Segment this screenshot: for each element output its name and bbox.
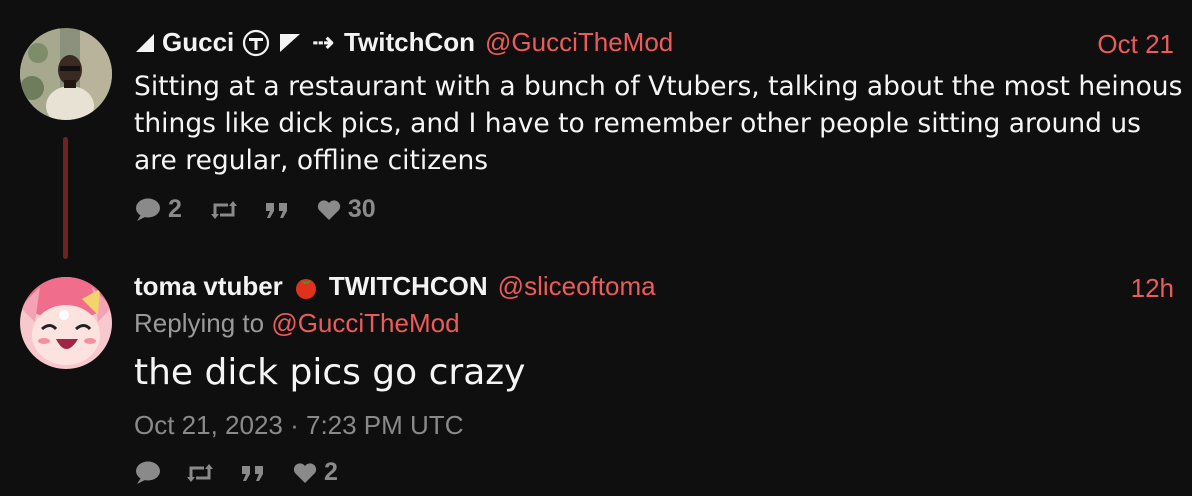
- display-name[interactable]: toma vtuber: [134, 271, 283, 302]
- replying-to-mention[interactable]: @GucciTheMod: [271, 308, 459, 338]
- tweet-actions: 2 30: [134, 195, 376, 224]
- retweet-icon: [210, 200, 237, 219]
- tweet-text: the dick pics go crazy: [134, 352, 526, 393]
- quote-icon: [265, 202, 287, 218]
- reply-count: 2: [168, 195, 182, 223]
- reply-button[interactable]: 2: [134, 195, 182, 224]
- retweet-button[interactable]: [210, 199, 238, 221]
- retweet-icon: [187, 463, 213, 482]
- replying-to-line: Replying to @GucciTheMod: [134, 308, 460, 339]
- like-count: 2: [324, 458, 338, 486]
- quote-icon: [242, 465, 263, 481]
- replying-to-label: Replying to: [134, 308, 265, 338]
- reply-icon: [136, 198, 160, 221]
- tweet-time[interactable]: Oct 21: [1097, 29, 1174, 60]
- tweet-text: Sitting at a restaurant with a bunch of …: [134, 71, 1183, 176]
- user-handle[interactable]: @GucciTheMod: [485, 27, 673, 58]
- tweet-header: toma vtuber TWITCHCON @sliceoftoma: [134, 271, 656, 302]
- like-button[interactable]: 30: [316, 195, 376, 224]
- quote-button[interactable]: [240, 462, 266, 484]
- display-name-suffix: TWITCHCON: [328, 271, 488, 301]
- reply-icon: [136, 461, 160, 484]
- signal-triangle-icon: [136, 33, 154, 52]
- like-button[interactable]: 2: [292, 458, 338, 487]
- heart-icon: [293, 462, 317, 483]
- tweet-full-date[interactable]: Oct 21, 2023 · 7:23 PM UTC: [134, 410, 463, 441]
- tweet-header: Gucci ⇢ TwitchCon @GucciTheMod: [134, 27, 673, 58]
- quote-button[interactable]: [264, 199, 290, 221]
- circle-emblem-icon: [243, 29, 270, 56]
- affiliation-name: TwitchCon: [344, 27, 475, 57]
- tomato-emoji-icon: [295, 278, 316, 299]
- display-name[interactable]: Gucci: [162, 27, 234, 58]
- reply-button[interactable]: [134, 460, 162, 486]
- avatar[interactable]: [20, 28, 112, 120]
- user-handle[interactable]: @sliceoftoma: [498, 271, 656, 302]
- like-count: 30: [347, 195, 376, 223]
- arrow-glyph: ⇢: [312, 27, 335, 57]
- avatar[interactable]: [20, 277, 112, 369]
- tweet-time[interactable]: 12h: [1131, 273, 1174, 304]
- flag-triangle-icon: [280, 33, 301, 52]
- retweet-button[interactable]: [186, 462, 214, 484]
- heart-icon: [317, 199, 341, 220]
- tweet-actions: 2: [134, 458, 338, 487]
- thread-connector-line: [63, 137, 68, 259]
